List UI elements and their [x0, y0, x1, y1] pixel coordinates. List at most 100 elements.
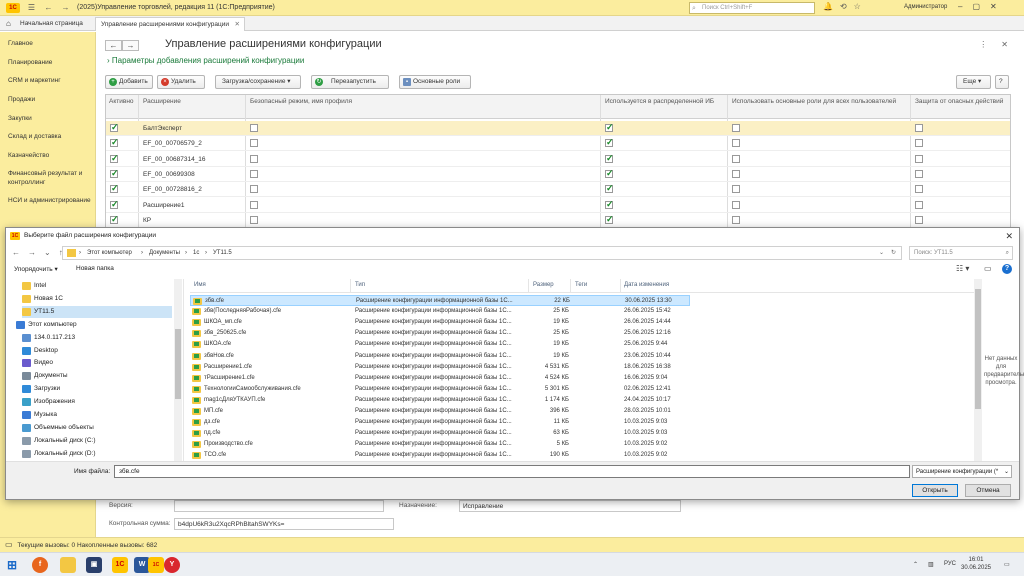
- tree-item[interactable]: Видео: [22, 357, 172, 369]
- nav-item-main[interactable]: Главное: [8, 39, 92, 48]
- load-save-button[interactable]: Загрузка/сохранение ▾: [215, 75, 301, 89]
- refresh-icon[interactable]: ↻: [891, 247, 896, 260]
- help-button[interactable]: ?: [995, 75, 1009, 89]
- cancel-button[interactable]: Отмена: [965, 484, 1011, 497]
- file-row[interactable]: Производство.cfe Расширение конфигурации …: [190, 439, 690, 450]
- tree-item[interactable]: Загрузки: [22, 383, 172, 395]
- protection-checkbox[interactable]: [915, 124, 923, 132]
- main-roles-checkbox[interactable]: [732, 169, 740, 178]
- table-row[interactable]: EF_00_00699308: [106, 167, 1010, 182]
- global-search-input[interactable]: ⌕ Поиск Ctrl+Shift+F: [689, 2, 815, 14]
- tree-item[interactable]: Изображения: [22, 396, 172, 408]
- view-options-icon[interactable]: ☷ ▾: [956, 264, 969, 273]
- recent-dropdown-icon[interactable]: ⌄: [44, 248, 51, 257]
- maximize-icon[interactable]: ▢: [972, 2, 980, 11]
- col-extension[interactable]: Расширение: [143, 98, 181, 105]
- windows-start-icon[interactable]: ⊞: [4, 557, 20, 573]
- tab-extensions[interactable]: Управление расширениями конфигурации ✕: [95, 17, 245, 31]
- tree-item[interactable]: 134.0.117.213: [22, 332, 172, 344]
- delete-button[interactable]: × Удалить: [157, 75, 205, 89]
- nav-item-planning[interactable]: Планирование: [8, 58, 92, 67]
- safe-mode-checkbox[interactable]: [250, 139, 258, 148]
- tree-item[interactable]: Этот компьютер: [16, 319, 172, 331]
- minimize-icon[interactable]: –: [958, 2, 962, 11]
- table-row[interactable]: КР: [106, 213, 1010, 228]
- back-icon[interactable]: ←: [43, 2, 54, 13]
- safe-mode-checkbox[interactable]: [250, 215, 258, 224]
- firefox-icon[interactable]: f: [32, 557, 48, 573]
- main-roles-checkbox[interactable]: [732, 200, 740, 209]
- tree-item[interactable]: Новая 1С: [22, 293, 172, 305]
- close-tab-icon[interactable]: ✕: [235, 18, 240, 31]
- file-row[interactable]: тРасширение1.cfe Расширение конфигурации …: [190, 373, 690, 384]
- tree-item[interactable]: Локальный диск (D:): [22, 448, 172, 460]
- address-bar[interactable]: › Этот компьютер › Документы › 1с › УТ11…: [62, 246, 902, 260]
- safe-mode-checkbox[interactable]: [250, 185, 258, 194]
- col-modified[interactable]: Дата изменения: [624, 282, 669, 288]
- file-row[interactable]: пд.cfe Расширение конфигурации информацио…: [190, 428, 690, 439]
- distributed-checkbox[interactable]: [605, 153, 614, 164]
- table-row[interactable]: EF_00_00728816_2: [106, 182, 1010, 198]
- breadcrumb-documents[interactable]: Документы: [149, 247, 180, 260]
- forward-icon[interactable]: →: [60, 2, 71, 13]
- main-roles-checkbox[interactable]: [732, 215, 740, 224]
- active-checkbox[interactable]: [110, 214, 119, 225]
- tab-home[interactable]: ⌂ Начальная страница: [2, 17, 92, 31]
- col-active[interactable]: Активно: [109, 98, 134, 105]
- add-params-link[interactable]: › Параметры добавления расширений конфиг…: [107, 56, 304, 65]
- file-row[interactable]: ТехнологииСамообслуживания.cfe Расширение…: [190, 384, 690, 395]
- address-dropdown-icon[interactable]: ⌄: [879, 247, 884, 260]
- main-roles-checkbox[interactable]: [732, 124, 740, 132]
- app-icon[interactable]: ▣: [86, 557, 102, 573]
- tree-item[interactable]: Документы: [22, 370, 172, 382]
- open-button[interactable]: Открыть: [912, 484, 958, 497]
- file-row[interactable]: ШКОА.cfe Расширение конфигурации информац…: [190, 339, 690, 350]
- protection-checkbox[interactable]: [915, 139, 923, 148]
- preview-pane-icon[interactable]: ▭: [984, 264, 992, 273]
- file-row[interactable]: МП.cfe Расширение конфигурации информацио…: [190, 406, 690, 417]
- main-roles-checkbox[interactable]: [732, 139, 740, 148]
- nav-item-purchases[interactable]: Закупки: [8, 114, 92, 123]
- nav-item-sales[interactable]: Продажи: [8, 95, 92, 104]
- filetype-select[interactable]: Расширение конфигурации (* ⌄: [912, 465, 1012, 478]
- explorer-icon[interactable]: [60, 557, 76, 573]
- forward-arrow-icon[interactable]: →: [122, 40, 139, 51]
- user-name[interactable]: Администратор: [904, 4, 947, 10]
- active-checkbox[interactable]: [110, 153, 119, 164]
- distributed-checkbox[interactable]: [605, 214, 614, 225]
- file-row[interactable]: ШКОА_мп.cfe Расширение конфигурации инфор…: [190, 317, 690, 328]
- active-checkbox[interactable]: [110, 137, 119, 148]
- col-size[interactable]: Размер: [533, 282, 554, 288]
- file-row[interactable]: збв.cfe Расширение конфигурации информаци…: [190, 295, 690, 306]
- col-name[interactable]: Имя: [194, 282, 206, 288]
- nav-item-warehouse[interactable]: Склад и доставка: [8, 132, 92, 141]
- language-indicator[interactable]: РУС: [944, 561, 956, 567]
- menu-icon[interactable]: ☰: [26, 2, 37, 13]
- active-checkbox[interactable]: [110, 168, 119, 179]
- filename-input[interactable]: збв.cfe: [114, 465, 910, 478]
- protection-checkbox[interactable]: [915, 185, 923, 194]
- protection-checkbox[interactable]: [915, 154, 923, 163]
- protection-checkbox[interactable]: [915, 169, 923, 178]
- distributed-checkbox[interactable]: [605, 199, 614, 210]
- distributed-checkbox[interactable]: [605, 168, 614, 179]
- forward-icon[interactable]: →: [28, 248, 36, 257]
- safe-mode-checkbox[interactable]: [250, 169, 258, 178]
- add-button[interactable]: + Добавить: [105, 75, 153, 89]
- notifications-icon[interactable]: ▭: [1004, 561, 1010, 568]
- nav-item-financial[interactable]: Финансовый результат и контроллинг: [8, 169, 92, 187]
- safe-mode-checkbox[interactable]: [250, 124, 258, 132]
- clock[interactable]: 16:01 30.06.2025: [956, 556, 996, 572]
- purpose-field[interactable]: Исправление: [459, 500, 681, 512]
- main-roles-checkbox[interactable]: [732, 154, 740, 163]
- table-row[interactable]: БалтЭксперт: [106, 121, 1010, 136]
- breadcrumb-ut115[interactable]: УТ11.5: [213, 247, 232, 260]
- star-icon[interactable]: ☆: [854, 2, 861, 11]
- file-row[interactable]: ТСО.cfe Расширение конфигурации информаци…: [190, 450, 690, 461]
- network-icon[interactable]: ▥: [928, 561, 934, 568]
- protection-checkbox[interactable]: [915, 200, 923, 209]
- col-safe-mode[interactable]: Безопасный режим, имя профиля: [250, 98, 352, 105]
- file-row[interactable]: збв_250625.cfe Расширение конфигурации ин…: [190, 328, 690, 339]
- col-tags[interactable]: Теги: [575, 282, 587, 288]
- checksum-field[interactable]: b4dpU6kR3u2XqcRPhBltahSWYKs=: [174, 518, 394, 530]
